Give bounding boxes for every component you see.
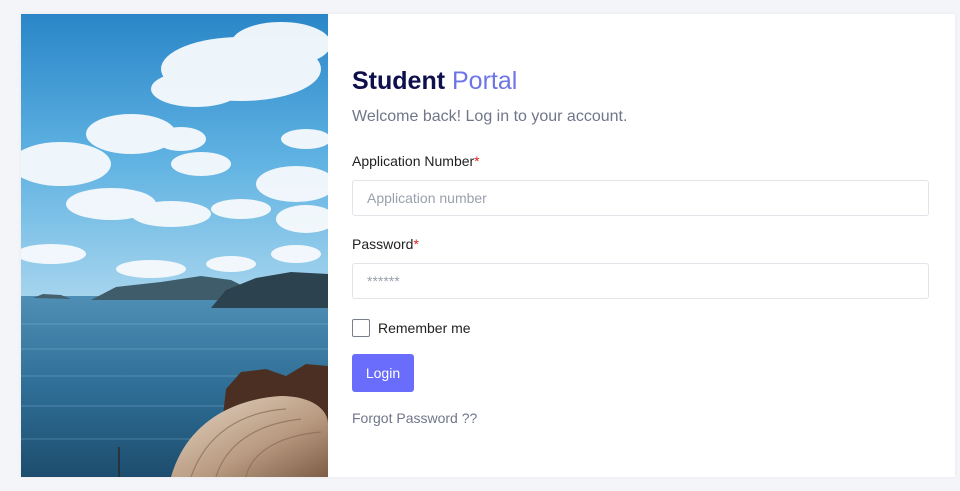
- application-number-label: Application Number*: [352, 153, 480, 169]
- application-number-label-text: Application Number: [352, 153, 475, 169]
- required-mark: *: [413, 236, 419, 252]
- page-title: Student Portal: [352, 66, 517, 96]
- remember-me-label: Remember me: [378, 320, 471, 336]
- forgot-password-link[interactable]: Forgot Password ??: [352, 410, 477, 426]
- password-label: Password*: [352, 236, 419, 252]
- login-card: Student Portal Welcome back! Log in to y…: [21, 14, 955, 477]
- remember-me-row[interactable]: Remember me: [352, 319, 471, 337]
- required-mark: *: [474, 153, 480, 169]
- password-input[interactable]: [352, 263, 929, 299]
- welcome-subtitle: Welcome back! Log in to your account.: [352, 108, 628, 125]
- title-strong: Student: [352, 67, 446, 95]
- login-form-panel: Student Portal Welcome back! Log in to y…: [352, 14, 931, 477]
- title-light: Portal: [452, 67, 518, 95]
- password-label-text: Password: [352, 236, 414, 252]
- application-number-input[interactable]: [352, 180, 929, 216]
- remember-me-checkbox[interactable]: [352, 319, 370, 337]
- login-button[interactable]: Login: [352, 354, 414, 392]
- coastal-landscape-image: [21, 14, 328, 477]
